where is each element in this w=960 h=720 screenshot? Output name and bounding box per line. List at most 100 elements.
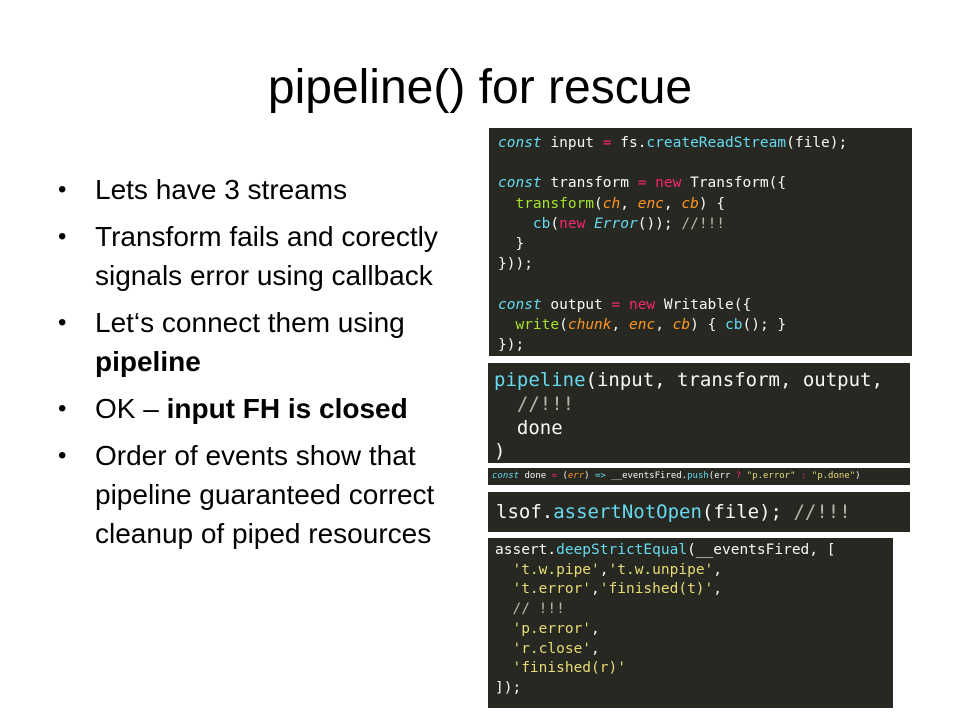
bullet-text: OK – bbox=[95, 393, 167, 424]
code-token: cb bbox=[681, 195, 699, 212]
code-token: (file); bbox=[786, 135, 848, 151]
code-string: "p.done" bbox=[811, 471, 856, 481]
bullet-item: • Lets have 3 streams bbox=[58, 170, 458, 209]
code-token: enc bbox=[628, 316, 656, 333]
code-token: pipeline bbox=[494, 369, 586, 391]
code-token: fs. bbox=[611, 135, 647, 151]
code-token: ) bbox=[584, 471, 595, 481]
code-token: , bbox=[663, 195, 682, 212]
code-line: transform(ch, enc, cb) { bbox=[498, 194, 903, 214]
code-token: , bbox=[591, 581, 600, 598]
code-line: const output = new Writable({ bbox=[498, 295, 903, 315]
bullet-marker: • bbox=[58, 309, 67, 336]
code-token: input bbox=[541, 135, 603, 151]
code-token: lsof. bbox=[496, 501, 554, 523]
code-token: , bbox=[599, 561, 609, 578]
code-line: cb(new Error()); //!!! bbox=[498, 214, 903, 234]
code-block-done: const done = (err) => __eventsFired.push… bbox=[488, 468, 910, 485]
code-token: __eventsFired. bbox=[605, 471, 688, 481]
bullet-marker: • bbox=[58, 442, 67, 469]
bullet-item: • Order of events show that pipeline guar… bbox=[58, 436, 458, 553]
code-comment: //!!! bbox=[681, 215, 726, 232]
code-token: cb bbox=[532, 215, 551, 232]
code-line: 't.error','finished(t)', bbox=[495, 580, 886, 600]
code-token: , bbox=[591, 620, 600, 637]
bullet-bold-text: input FH is closed bbox=[166, 393, 408, 424]
code-token: ( bbox=[550, 215, 560, 232]
code-token: output bbox=[541, 296, 612, 313]
code-token: , bbox=[591, 640, 600, 657]
code-string: 't.error' bbox=[512, 581, 592, 598]
code-string: 't.w.unpipe' bbox=[608, 561, 714, 578]
code-token: err bbox=[567, 471, 585, 481]
code-token: (); } bbox=[742, 316, 787, 333]
code-token: => bbox=[594, 471, 606, 481]
code-string: 't.w.pipe' bbox=[512, 561, 600, 578]
code-line: done bbox=[494, 416, 563, 439]
bullet-marker: • bbox=[58, 223, 67, 250]
code-line: // !!! bbox=[495, 600, 886, 620]
code-token: , bbox=[655, 316, 673, 333]
code-token: push bbox=[687, 471, 709, 481]
bullet-text: Lets have 3 streams bbox=[95, 174, 348, 205]
slide-title: pipeline() for rescue bbox=[267, 61, 693, 114]
code-token: const bbox=[498, 175, 542, 192]
code-token: transform bbox=[515, 195, 595, 212]
code-block-lsof: lsof.assertNotOpen(file); //!!! bbox=[488, 492, 910, 532]
code-line: assert.deepStrictEqual(__eventsFired, [ bbox=[495, 541, 886, 561]
bullet-item: • Transform fails and corectly signals er… bbox=[58, 217, 458, 295]
code-token: assert. bbox=[495, 542, 557, 558]
code-string: 'p.error' bbox=[512, 620, 592, 637]
code-token: new bbox=[628, 296, 656, 313]
code-line: }); bbox=[498, 337, 525, 354]
code-token: = bbox=[611, 296, 621, 313]
code-line: })); bbox=[498, 256, 533, 273]
code-token: ( bbox=[557, 471, 568, 481]
code-string: 'finished(t)' bbox=[599, 581, 714, 598]
code-token: cb bbox=[672, 316, 691, 333]
code-token: enc bbox=[637, 195, 664, 212]
code-line: ]); bbox=[495, 679, 522, 696]
code-line: const transform = new Transform({ bbox=[498, 173, 903, 193]
bullet-text: Transform fails and corectly signals err… bbox=[95, 221, 438, 291]
code-token: ()); bbox=[637, 215, 682, 232]
code-token: const bbox=[498, 296, 542, 313]
code-token: const bbox=[492, 471, 520, 481]
bullet-text: Let‘s connect them using bbox=[95, 307, 405, 338]
code-block-streams: const input = fs.createReadStream(file);… bbox=[489, 128, 912, 356]
code-token: ) { bbox=[698, 195, 726, 212]
bullet-list: • Lets have 3 streams • Transform fails an… bbox=[58, 170, 458, 561]
code-token: new bbox=[655, 175, 682, 192]
code-token: createReadStream bbox=[646, 135, 787, 151]
code-line: } bbox=[498, 236, 525, 253]
code-token: (file); bbox=[701, 501, 794, 523]
code-comment: //!!! bbox=[793, 501, 851, 523]
code-token: , bbox=[713, 561, 723, 578]
code-token: write bbox=[515, 316, 560, 333]
code-token: Writable({ bbox=[655, 296, 752, 313]
code-string: 'finished(r)' bbox=[512, 660, 626, 677]
code-line: 't.w.pipe','t.w.unpipe', bbox=[495, 561, 886, 581]
code-block-pipeline: pipeline(input, transform, output, //!!!… bbox=[488, 363, 910, 463]
code-token: deepStrictEqual bbox=[556, 542, 688, 558]
bullet-item: • OK – input FH is closed bbox=[58, 389, 458, 428]
code-token: cb bbox=[725, 316, 743, 333]
code-token: (__eventsFired, [ bbox=[687, 542, 836, 558]
bullet-marker: • bbox=[58, 395, 67, 422]
code-token: = bbox=[602, 135, 612, 151]
code-token: Transform({ bbox=[681, 175, 787, 192]
code-string: "p.error" bbox=[746, 471, 796, 481]
code-line: ) bbox=[494, 440, 506, 463]
code-line: 'p.error', bbox=[495, 620, 886, 640]
